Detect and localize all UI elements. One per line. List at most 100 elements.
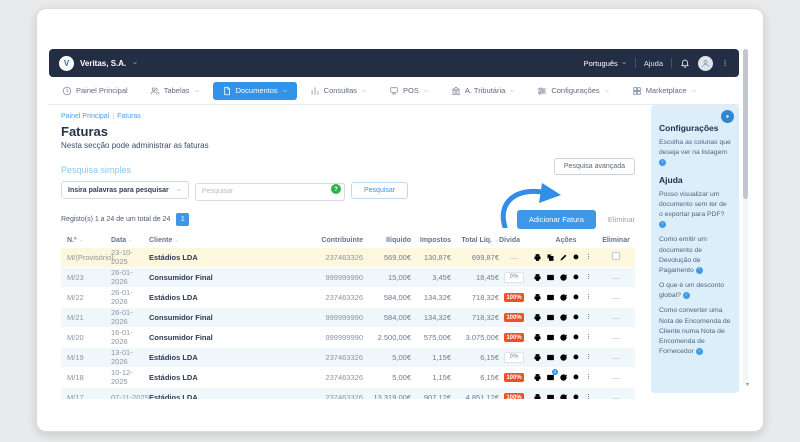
table-row[interactable]: M/23 26-01-2026 Consumidor Final 999999990 1…	[61, 267, 635, 288]
invoice-number: M/20	[67, 332, 84, 342]
view-icon[interactable]	[572, 253, 581, 262]
table-row[interactable]: M/(Provisório) 23-10-2025 Estádios LDA 2374…	[61, 247, 635, 268]
table-row[interactable]: M/22 26-01-2026 Estádios LDA 237463326 584,0…	[61, 287, 635, 308]
pagination-page-1[interactable]: 1	[176, 212, 190, 226]
view-icon[interactable]	[572, 333, 581, 342]
help-link[interactable]: Ajuda	[644, 59, 663, 68]
column-header-contribuinte[interactable]: Contribuinte	[311, 237, 363, 244]
refresh-icon[interactable]	[559, 373, 568, 382]
view-icon[interactable]	[572, 353, 581, 362]
table-row[interactable]: M/19 13-01-2026 Estádios LDA 237463326 5,00€…	[61, 347, 635, 368]
column-header-eliminar[interactable]: Eliminar	[602, 237, 630, 244]
advanced-search-button[interactable]: Pesquisa avançada	[553, 158, 635, 175]
email-icon[interactable]	[546, 333, 555, 342]
nav-item-pos[interactable]: POS	[380, 82, 438, 100]
nav-item-configura-es[interactable]: Configurações	[528, 82, 618, 100]
view-icon[interactable]	[572, 373, 581, 382]
language-selector[interactable]: Português	[584, 59, 627, 68]
more-actions-icon[interactable]	[585, 393, 592, 400]
search-input[interactable]	[195, 182, 345, 201]
email-icon[interactable]	[546, 273, 555, 282]
table-row[interactable]: M/21 26-01-2026 Consumidor Final 999999990 5…	[61, 307, 635, 328]
refresh-icon[interactable]	[559, 313, 568, 322]
help-article-link[interactable]: Como converter uma Nota de Encomenda de …	[659, 306, 731, 357]
print-icon[interactable]	[533, 313, 542, 322]
help-article-link[interactable]: O que é um desconto global? ›	[659, 281, 731, 301]
column-header-data[interactable]: Data	[111, 237, 149, 244]
column-header-total-l-q[interactable]: Total Líq.	[451, 237, 499, 244]
column-header-cliente[interactable]: Cliente	[149, 237, 311, 244]
scrollbar-down-arrow[interactable]: ▾	[746, 381, 749, 388]
view-icon[interactable]	[572, 313, 581, 322]
edit-icon[interactable]	[559, 253, 568, 262]
print-icon[interactable]	[533, 273, 542, 282]
refresh-icon[interactable]	[559, 393, 568, 399]
column-header-n[interactable]: N.º	[67, 237, 111, 244]
print-icon[interactable]	[533, 253, 542, 262]
add-invoice-button[interactable]: Adicionar Fatura	[516, 209, 596, 229]
user-avatar[interactable]	[698, 55, 713, 71]
page-subtitle: Nesta secção pode administrar as faturas	[61, 141, 209, 150]
column-header-impostos[interactable]: Impostos	[411, 237, 451, 244]
view-icon[interactable]	[572, 273, 581, 282]
invoice-total: 4.851,12€	[465, 392, 499, 400]
breadcrumb-link-home[interactable]: Painel Principal	[61, 113, 109, 120]
company-menu[interactable]: V Veritas, S.A.	[59, 55, 138, 71]
table-row[interactable]: M/18 10-12-2025 Estádios LDA 237463326 5,00€…	[61, 367, 635, 388]
more-actions-icon[interactable]	[585, 273, 592, 282]
vertical-scrollbar[interactable]	[743, 49, 748, 385]
help-article-link[interactable]: Como emitir um documento de Devolução de…	[659, 235, 731, 276]
view-icon[interactable]	[572, 393, 581, 399]
print-icon[interactable]	[533, 353, 542, 362]
search-help-icon[interactable]: ?	[331, 184, 341, 194]
sidebar-collapse-icon[interactable]	[721, 110, 734, 123]
search-field-select[interactable]: Insira palavras para pesquisar	[61, 181, 189, 200]
view-icon[interactable]	[572, 293, 581, 302]
more-actions-icon[interactable]	[585, 373, 592, 382]
invoice-total: 6,15€	[480, 352, 499, 362]
refresh-icon[interactable]	[559, 353, 568, 362]
refresh-icon[interactable]	[559, 273, 568, 282]
notifications-bell-icon[interactable]	[680, 58, 690, 68]
users-icon	[150, 86, 160, 96]
more-menu-icon[interactable]	[721, 57, 729, 69]
invoice-vat-number: 237463326	[325, 372, 363, 382]
email-icon[interactable]	[546, 393, 555, 399]
table-row[interactable]: M/20 16-01-2026 Consumidor Final 999999990 2…	[61, 327, 635, 348]
duplicate-icon[interactable]	[546, 253, 555, 262]
print-icon[interactable]	[533, 293, 542, 302]
more-actions-icon[interactable]	[585, 353, 592, 362]
more-actions-icon[interactable]	[585, 253, 592, 262]
column-header-il-quido[interactable]: Ilíquido	[363, 237, 411, 244]
search-button[interactable]: Pesquisar	[351, 181, 409, 199]
bank-icon	[451, 86, 461, 96]
help-article-link[interactable]: Posso visualizar um documento sem ter de…	[659, 190, 731, 231]
email-icon[interactable]: 3	[546, 368, 558, 382]
nav-item-painel-principal[interactable]: Painel Principal	[53, 82, 137, 100]
print-icon[interactable]	[533, 373, 542, 382]
table-row[interactable]: M/17 07-11-2025 Estádios LDA 237463326 13.31…	[61, 387, 635, 400]
breadcrumb-link-current[interactable]: Faturas	[117, 113, 141, 120]
scrollbar-thumb[interactable]	[743, 49, 748, 199]
nav-item-documentos[interactable]: Documentos	[212, 81, 297, 100]
nav-item-marketplace[interactable]: Marketplace	[623, 82, 706, 100]
debt-badge: 100%	[499, 292, 529, 303]
print-icon[interactable]	[533, 393, 542, 399]
more-actions-icon[interactable]	[585, 313, 592, 322]
refresh-icon[interactable]	[559, 333, 568, 342]
nav-item-a-tribut-ria[interactable]: A. Tributária	[442, 82, 524, 100]
email-icon[interactable]	[546, 353, 555, 362]
nav-item-tabelas[interactable]: Tabelas	[141, 82, 209, 100]
email-icon[interactable]	[546, 293, 555, 302]
more-actions-icon[interactable]	[585, 333, 592, 342]
column-header-d-vida[interactable]: Dívida	[499, 237, 529, 244]
nav-item-consultas[interactable]: Consultas	[301, 82, 376, 100]
email-icon[interactable]	[546, 313, 555, 322]
delete-checkbox[interactable]	[603, 252, 629, 262]
sidebar-config-link[interactable]: Escolha as colunas que deseja ver na lis…	[659, 138, 731, 169]
refresh-icon[interactable]	[559, 293, 568, 302]
column-header-a-es[interactable]: Ações	[529, 237, 603, 244]
more-actions-icon[interactable]	[585, 293, 592, 302]
delete-button[interactable]: Eliminar	[608, 215, 635, 224]
print-icon[interactable]	[533, 333, 542, 342]
